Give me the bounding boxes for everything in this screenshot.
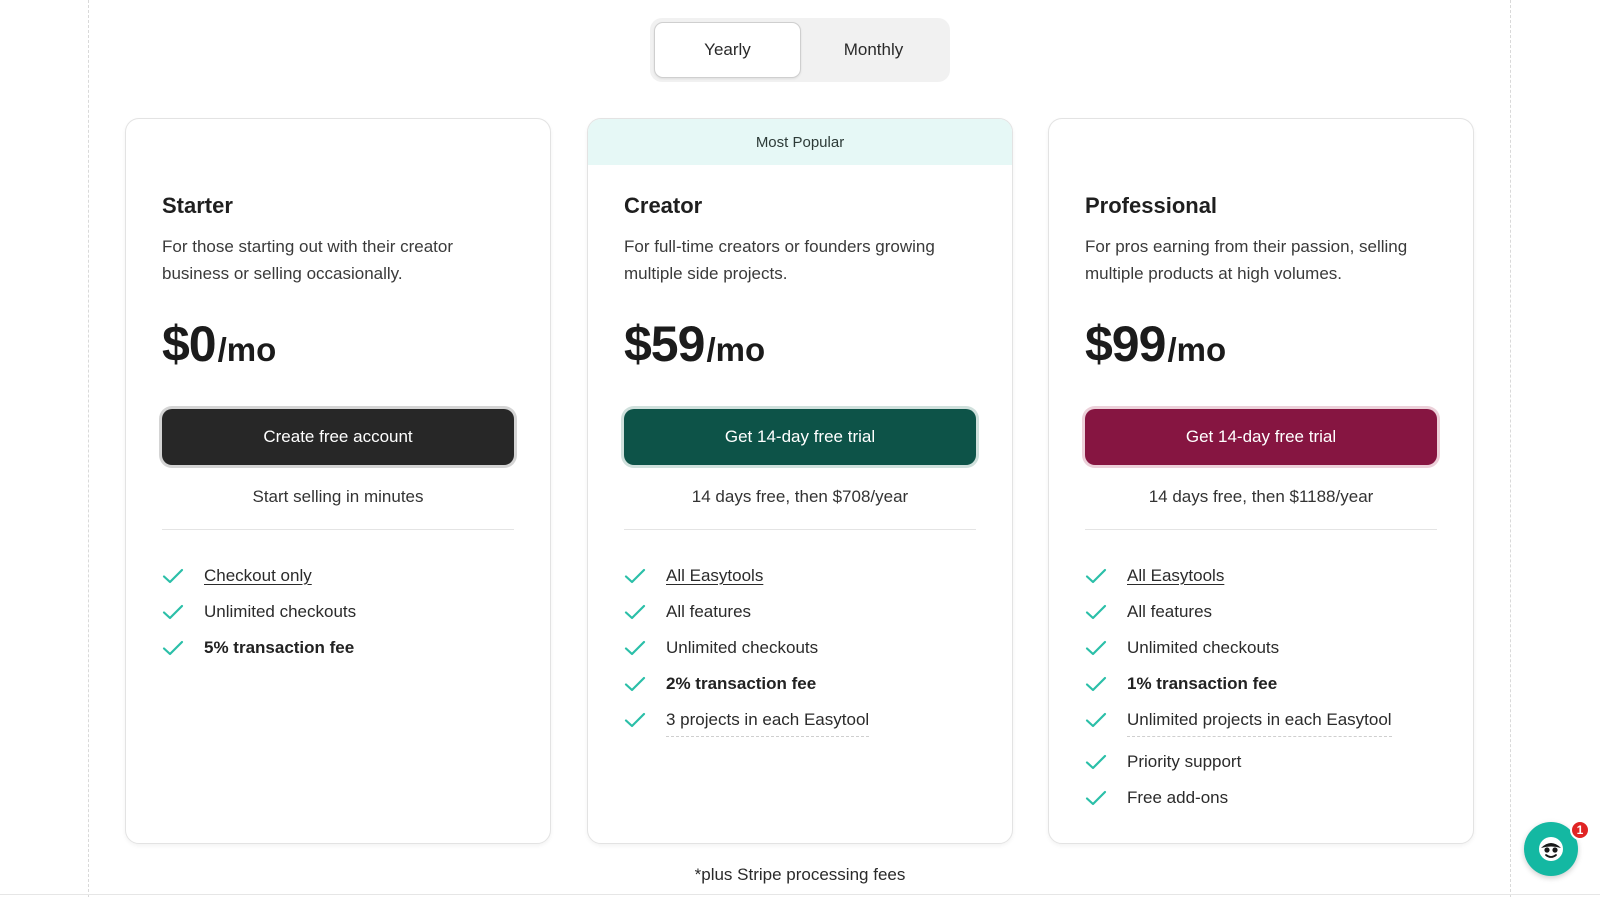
chat-mascot-icon [1539,837,1563,861]
plan-card-professional: Professional For pros earning from their… [1048,118,1474,844]
feature-item: Unlimited checkouts [1085,630,1437,666]
cta-note: 14 days free, then $1188/year [1148,487,1374,506]
price-unit: /mo [1167,331,1227,368]
feature-item: 3 projects in each Easytool [624,702,976,738]
feature-list: Checkout only Unlimited checkouts 5% tra… [162,558,514,666]
feature-item: 5% transaction fee [162,630,514,666]
check-icon [624,601,646,623]
feature-item: 1% transaction fee [1085,666,1437,702]
plan-name: Starter [162,193,233,218]
plan-card-creator: Most Popular Creator For full-time creat… [587,118,1013,844]
stripe-fees-footnote: *plus Stripe processing fees [694,865,906,884]
card-divider [624,529,976,530]
feature-text: 5% transaction fee [204,638,355,657]
check-icon [624,637,646,659]
feature-item: All features [1085,594,1437,630]
plan-name: Professional [1085,193,1218,218]
plan-price: $0 /mo [162,315,514,379]
feature-link-checkout-only[interactable]: Checkout only [204,566,312,586]
plan-description: For those starting out with their creato… [162,237,454,283]
layout-guide-left [88,0,89,897]
bottom-divider [0,894,1600,895]
feature-list: All Easytools All features Unlimited che… [1085,558,1437,816]
feature-link-all-easytools[interactable]: All Easytools [1127,566,1224,586]
feature-item: Unlimited checkouts [162,594,514,630]
check-icon [1085,637,1107,659]
feature-item: All Easytools [1085,558,1437,594]
check-icon [624,673,646,695]
feature-text: All features [1127,602,1213,621]
feature-item: All Easytools [624,558,976,594]
feature-text: Unlimited checkouts [666,638,819,657]
professional-free-trial-button[interactable]: Get 14-day free trial [1085,409,1437,465]
check-icon [1085,787,1107,809]
feature-text: Unlimited checkouts [1127,638,1280,657]
toggle-monthly-button[interactable]: Monthly [801,22,946,78]
feature-item: Unlimited checkouts [624,630,976,666]
feature-item: Free add-ons [1085,780,1437,816]
feature-item: Priority support [1085,744,1437,780]
feature-text: All features [666,602,752,621]
feature-text: 1% transaction fee [1127,674,1278,693]
feature-item: Checkout only [162,558,514,594]
plan-price: $99 /mo [1085,315,1437,379]
billing-toggle: Yearly Monthly [650,18,950,82]
check-icon [1085,751,1107,773]
check-icon [162,601,184,623]
plan-price: $59 /mo [624,315,976,379]
feature-list: All Easytools All features Unlimited che… [624,558,976,738]
card-divider [162,529,514,530]
plan-description: For pros earning from their passion, sel… [1085,237,1408,283]
check-icon [1085,565,1107,587]
cta-note: Start selling in minutes [252,487,424,506]
notification-badge: 1 [1570,820,1590,840]
feature-text: Free add-ons [1127,788,1229,807]
price-amount: $0 [162,316,217,372]
plan-name: Creator [624,193,703,218]
feature-text: Priority support [1127,752,1242,771]
most-popular-badge: Most Popular [588,119,1012,165]
price-amount: $59 [624,316,705,372]
feature-text: Unlimited checkouts [204,602,357,621]
plan-description: For full-time creators or founders growi… [624,237,935,283]
create-free-account-button[interactable]: Create free account [162,409,514,465]
price-unit: /mo [217,331,277,368]
check-icon [162,637,184,659]
cta-note: 14 days free, then $708/year [691,487,909,506]
feature-item: All features [624,594,976,630]
check-icon [162,565,184,587]
feature-text: 2% transaction fee [666,674,817,693]
creator-free-trial-button[interactable]: Get 14-day free trial [624,409,976,465]
price-amount: $99 [1085,316,1166,372]
check-icon [624,709,646,731]
feature-link-all-easytools[interactable]: All Easytools [666,566,763,586]
card-divider [1085,529,1437,530]
toggle-yearly-button[interactable]: Yearly [654,22,801,78]
plan-card-starter: Starter For those starting out with thei… [125,118,551,844]
check-icon [1085,601,1107,623]
check-icon [624,565,646,587]
feature-tooltip-trigger[interactable]: Unlimited projects in each Easytool [1127,710,1392,737]
feature-item: Unlimited projects in each Easytool [1085,702,1437,738]
check-icon [1085,673,1107,695]
feature-tooltip-trigger[interactable]: 3 projects in each Easytool [666,710,870,737]
price-unit: /mo [706,331,766,368]
layout-guide-right [1510,0,1511,897]
check-icon [1085,709,1107,731]
feature-item: 2% transaction fee [624,666,976,702]
